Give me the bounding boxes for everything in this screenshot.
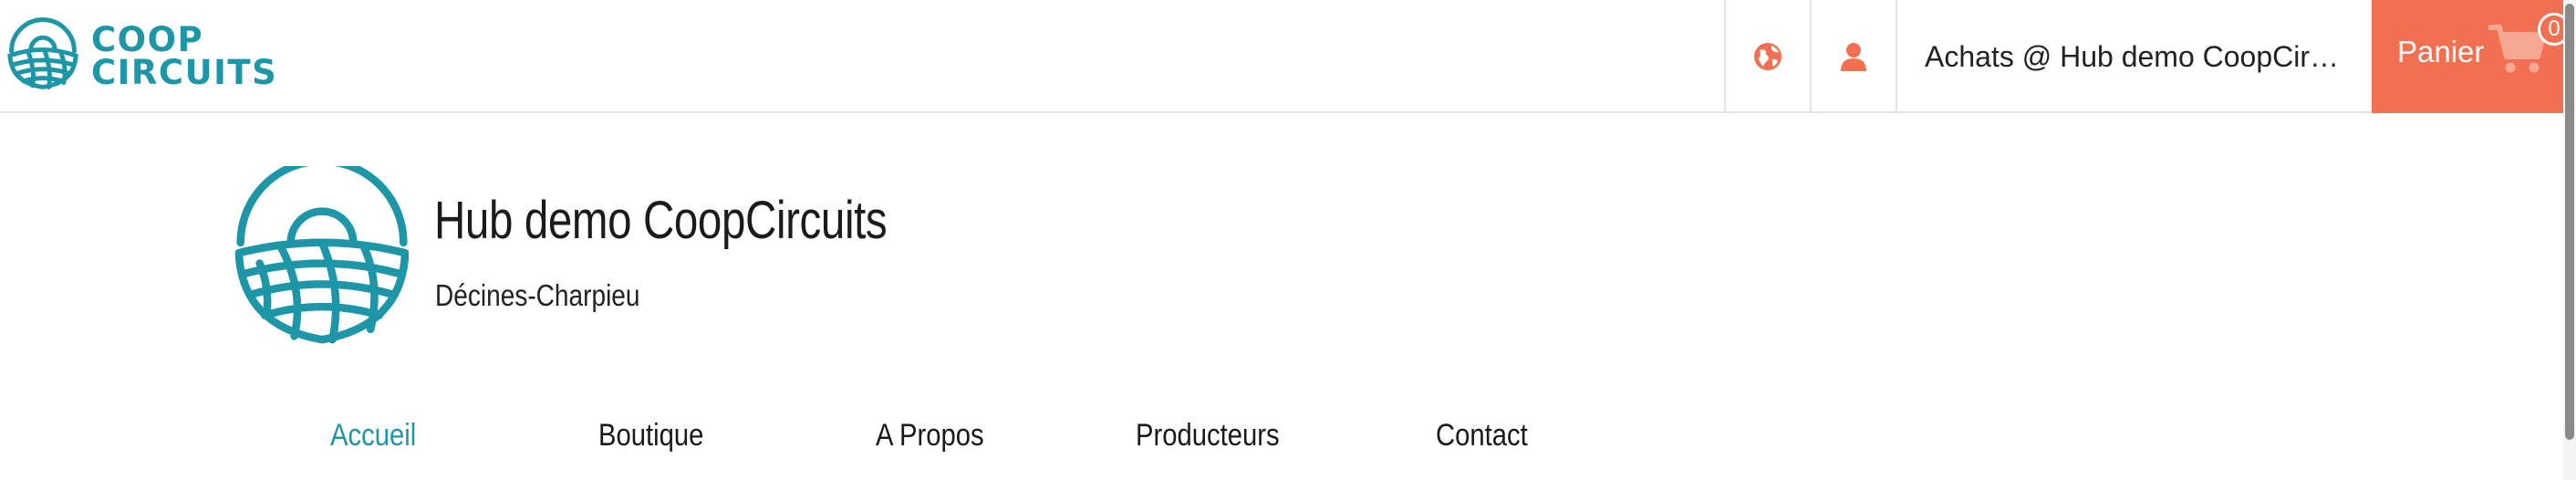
tab-accueil[interactable]: Accueil <box>330 418 416 454</box>
hub-name: Hub demo CoopCircuits <box>434 191 888 250</box>
brand-line-2: CIRCUITS <box>91 53 278 92</box>
brand-wordmark: COOP CIRCUITS <box>91 20 278 92</box>
shop-selector-label: Achats @ Hub demo CoopCircuits <box>1925 39 2344 73</box>
user-icon <box>1841 43 1866 71</box>
brand-line-1: COOP <box>91 20 204 59</box>
account-button[interactable] <box>1810 0 1896 113</box>
tab-a-propos[interactable]: A Propos <box>876 418 984 454</box>
cart-button[interactable]: Panier 0 <box>2372 0 2576 113</box>
cart-label: Panier <box>2397 35 2485 68</box>
top-navbar: COOP CIRCUITS Achats @ Hub demo CoopCirc… <box>0 0 2576 113</box>
tab-producteurs[interactable]: Producteurs <box>1136 418 1280 454</box>
hub-city: Décines-Charpieu <box>435 278 640 312</box>
tab-contact[interactable]: Contact <box>1436 418 1528 454</box>
basket-logo-icon <box>7 17 78 89</box>
shop-selector[interactable]: Achats @ Hub demo CoopCircuits <box>1896 0 2372 113</box>
hub-logo <box>235 166 409 344</box>
tab-boutique[interactable]: Boutique <box>598 418 703 454</box>
scrollbar-thumb[interactable] <box>2565 4 2574 440</box>
language-button[interactable] <box>1724 0 1810 113</box>
globe-icon <box>1754 43 1781 70</box>
